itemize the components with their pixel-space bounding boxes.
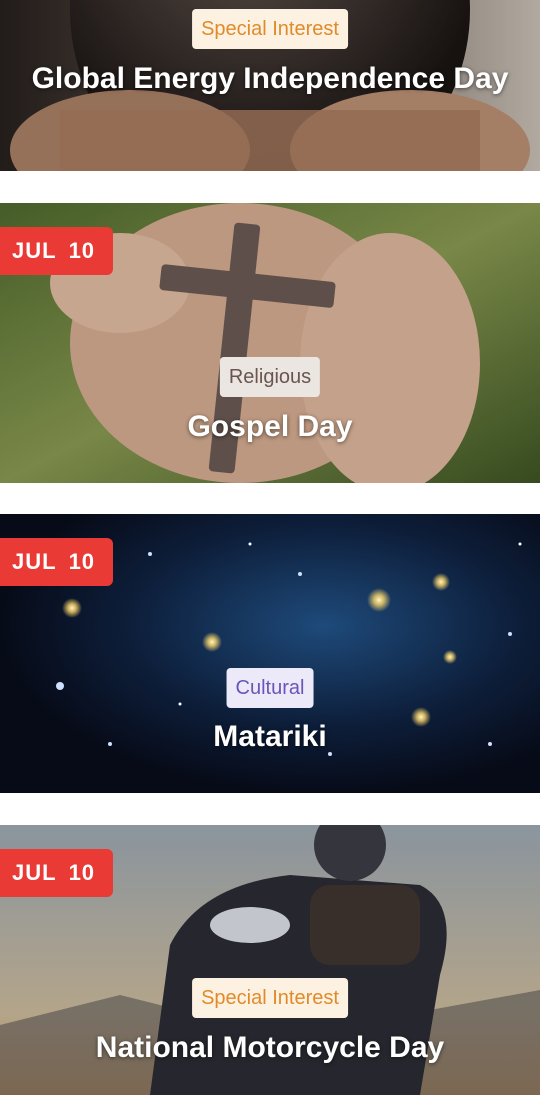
category-badge: Cultural (226, 668, 314, 708)
event-feed: Special Interest Global Energy Independe… (0, 0, 540, 1095)
event-date-badge: JUL 10 (0, 849, 114, 897)
date-month: JUL (12, 860, 57, 885)
category-badge: Religious (219, 357, 321, 397)
event-title: Global Energy Independence Day (31, 62, 509, 95)
category-badge: Special Interest (192, 9, 348, 49)
date-month: JUL (12, 238, 57, 263)
date-day: 10 (68, 238, 96, 263)
event-title: National Motorcycle Day (95, 1031, 445, 1064)
event-card-national-motorcycle-day[interactable]: JUL 10 Special Interest National Motorcy… (0, 825, 540, 1095)
event-title: Matariki (213, 720, 327, 753)
date-day: 10 (68, 549, 96, 574)
date-day: 10 (68, 860, 96, 885)
event-card-gospel-day[interactable]: JUL 10 Religious Gospel Day (0, 203, 540, 483)
event-date-badge: JUL 10 (0, 538, 114, 586)
event-card-global-energy-independence-day[interactable]: Special Interest Global Energy Independe… (0, 0, 540, 171)
event-card-matariki[interactable]: JUL 10 Cultural Matariki (0, 514, 540, 793)
event-title: Gospel Day (187, 410, 353, 443)
event-date-badge: JUL 10 (0, 227, 114, 275)
date-month: JUL (12, 549, 57, 574)
category-badge: Special Interest (192, 978, 348, 1018)
